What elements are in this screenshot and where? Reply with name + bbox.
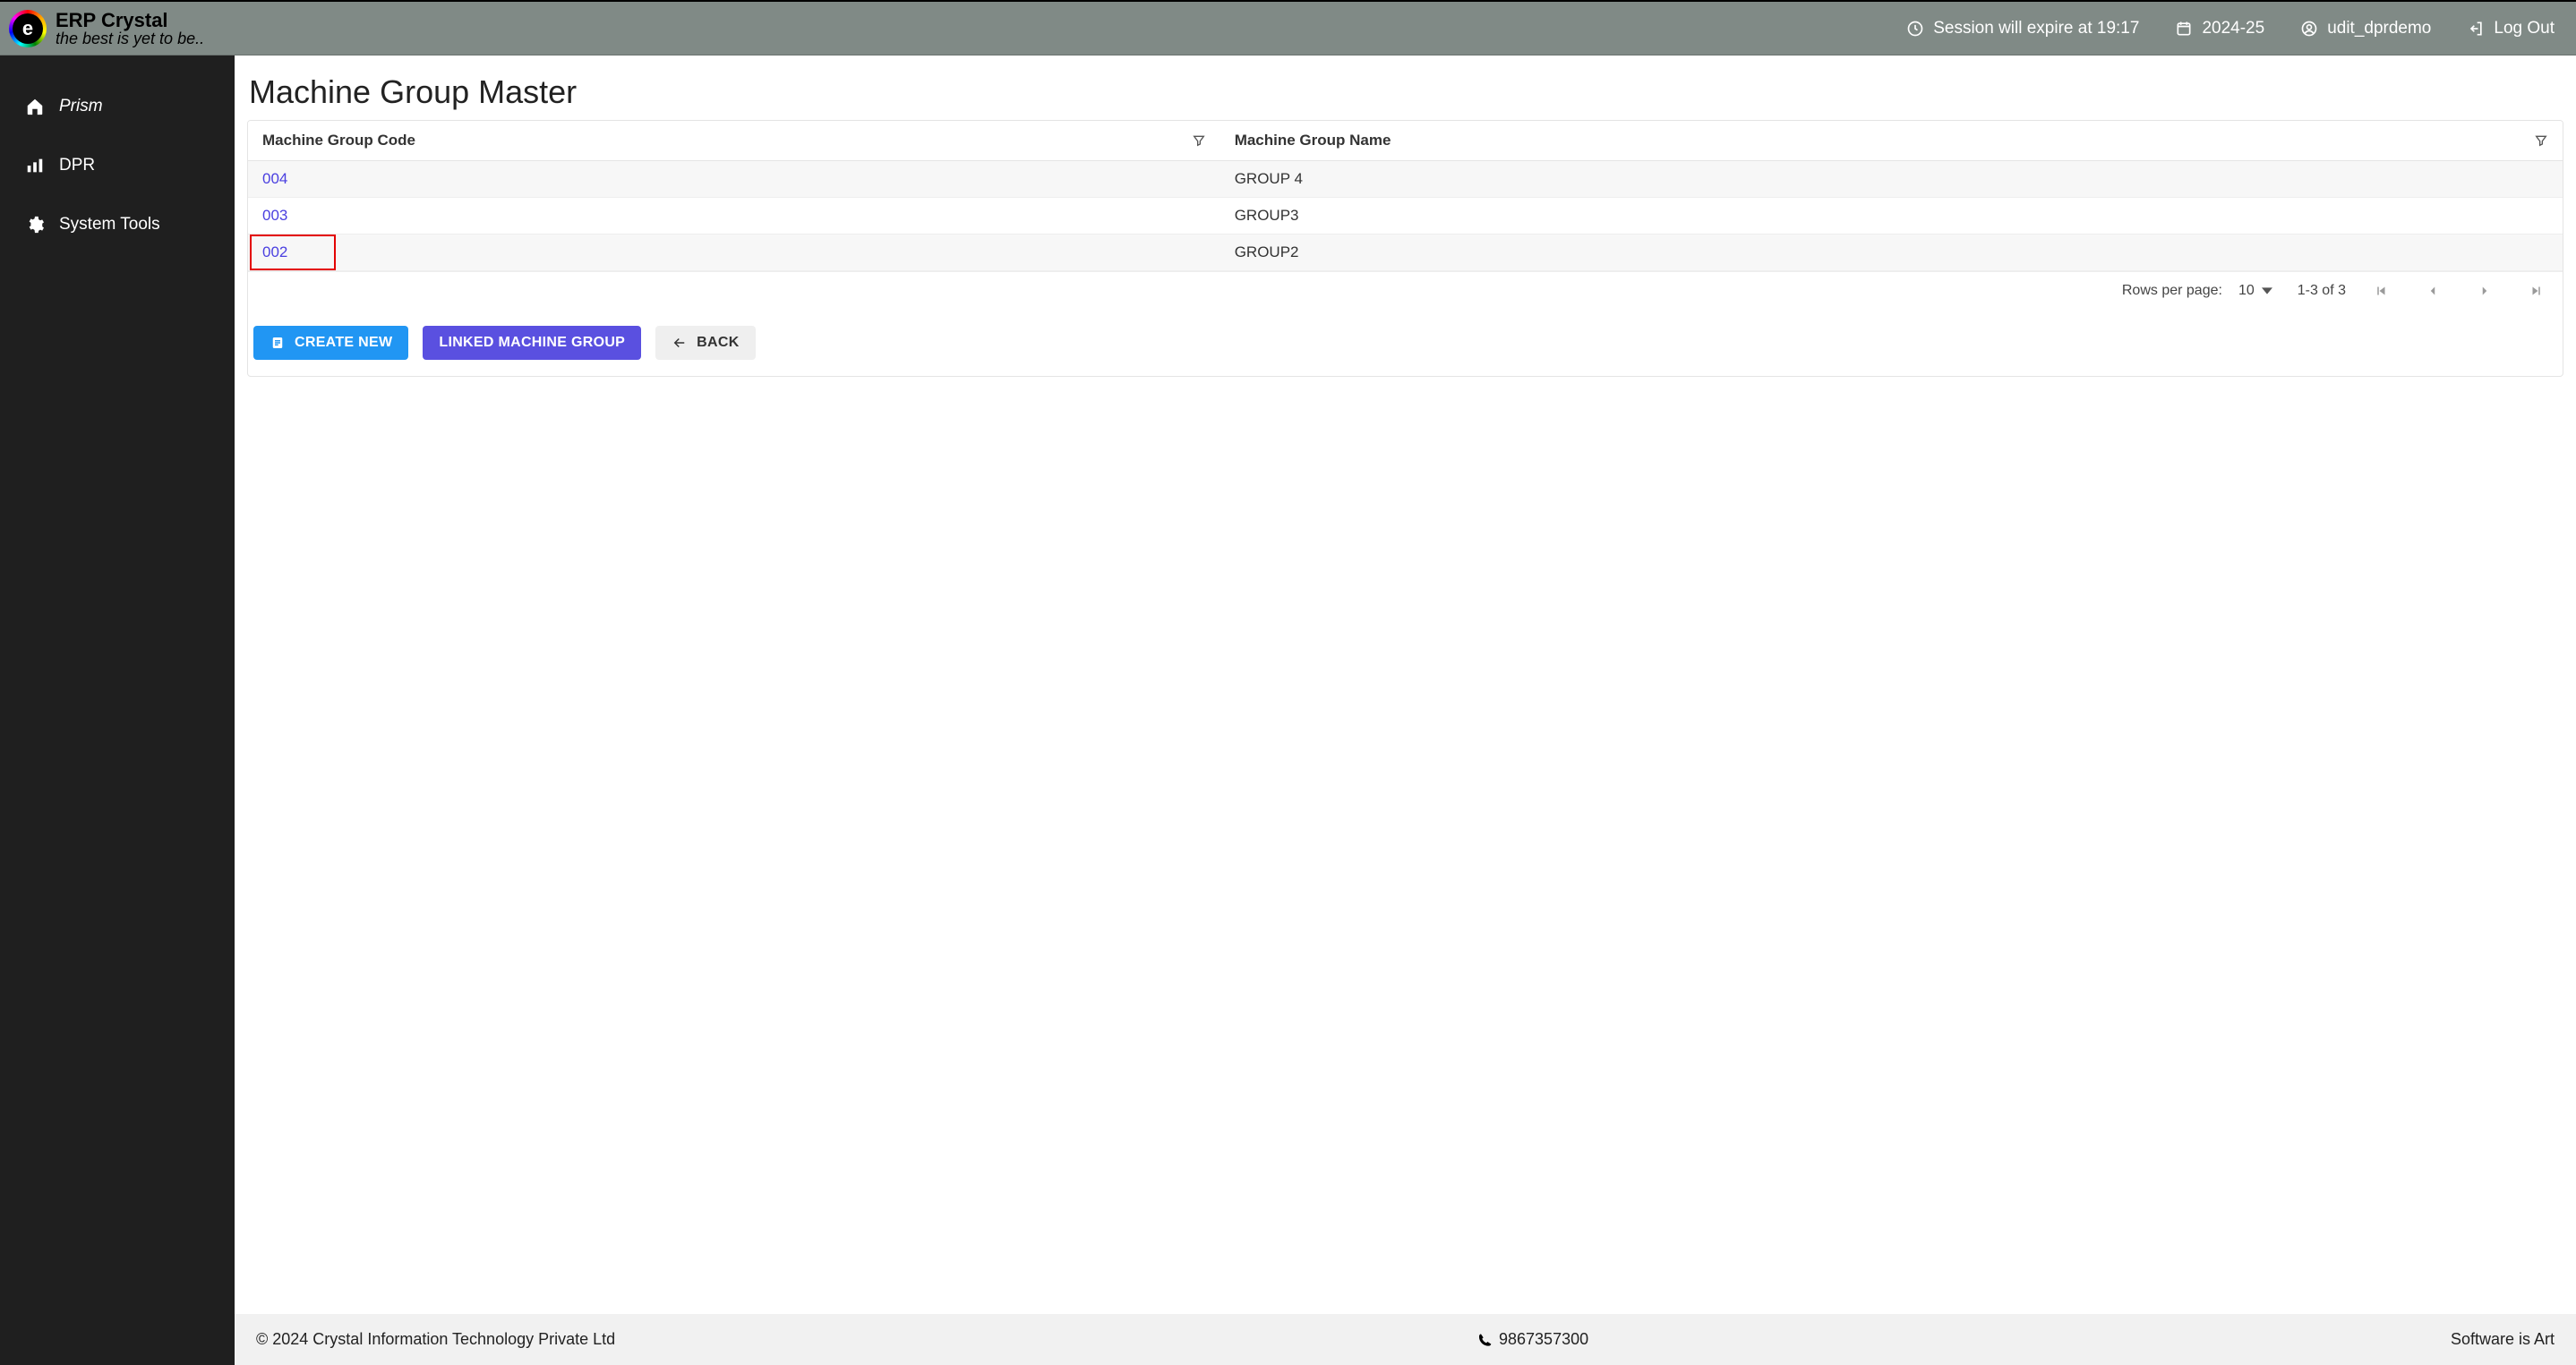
- brand-title: ERP Crystal: [56, 10, 204, 30]
- phone-icon: [1477, 1333, 1492, 1347]
- page-first-icon: [2373, 283, 2389, 299]
- action-bar: CREATE NEW LINKED MACHINE GROUP BACK: [248, 311, 2563, 376]
- footer-copyright: © 2024 Crystal Information Technology Pr…: [256, 1330, 615, 1349]
- sidebar-item-label: System Tools: [59, 215, 160, 235]
- table-row[interactable]: 002 GROUP2: [248, 235, 2563, 271]
- page-first-button[interactable]: [2371, 281, 2391, 301]
- code-link[interactable]: 003: [262, 207, 287, 224]
- data-card: Machine Group Code Machine Group Name: [247, 120, 2563, 377]
- cell-code: 002: [248, 235, 1220, 271]
- gear-icon: [25, 215, 45, 235]
- cell-code: 004: [248, 161, 1220, 198]
- user-menu[interactable]: udit_dprdemo: [2300, 19, 2431, 38]
- filter-icon[interactable]: [2534, 133, 2548, 148]
- rows-per-page-select[interactable]: 10: [2238, 283, 2272, 299]
- back-button[interactable]: BACK: [655, 326, 755, 360]
- session-text: Session will expire at 19:17: [1933, 19, 2139, 38]
- cell-code: 003: [248, 198, 1220, 235]
- fiscal-year-label: 2024-25: [2202, 19, 2264, 38]
- arrow-left-icon: [672, 335, 688, 351]
- brand-tagline: the best is yet to be..: [56, 30, 204, 47]
- column-header-label: Machine Group Name: [1235, 132, 1391, 149]
- clock-icon: [1906, 20, 1924, 38]
- rows-per-page-value: 10: [2238, 283, 2255, 299]
- fiscal-year-picker[interactable]: 2024-25: [2175, 19, 2264, 38]
- home-icon: [25, 97, 45, 116]
- cell-name: GROUP2: [1220, 235, 2563, 271]
- back-label: BACK: [697, 335, 739, 351]
- column-header-name[interactable]: Machine Group Name: [1220, 121, 2563, 161]
- sidebar-item-prism[interactable]: Prism: [0, 77, 235, 136]
- page-next-button[interactable]: [2475, 281, 2495, 301]
- topbar: e ERP Crystal the best is yet to be.. Se…: [0, 0, 2576, 55]
- code-link[interactable]: 004: [262, 170, 287, 187]
- footer-phone-number: 9867357300: [1499, 1330, 1588, 1349]
- sidebar-item-system-tools[interactable]: System Tools: [0, 195, 235, 254]
- table-footer: Rows per page: 10 1-3 of 3: [248, 271, 2563, 311]
- cell-name: GROUP 4: [1220, 161, 2563, 198]
- rows-per-page-label: Rows per page:: [2122, 283, 2222, 299]
- logout-button[interactable]: Log Out: [2467, 19, 2555, 38]
- table-row[interactable]: 004 GROUP 4: [248, 161, 2563, 198]
- filter-icon[interactable]: [1192, 133, 1206, 148]
- column-header-label: Machine Group Code: [262, 132, 415, 149]
- sidebar-item-label: Prism: [59, 97, 103, 116]
- pagination-range: 1-3 of 3: [2298, 283, 2346, 299]
- pager: [2371, 281, 2546, 301]
- rows-per-page: Rows per page: 10: [2122, 283, 2272, 299]
- create-new-label: CREATE NEW: [295, 335, 392, 351]
- brand: e ERP Crystal the best is yet to be..: [9, 10, 204, 47]
- bar-chart-icon: [25, 156, 45, 175]
- sidebar: Prism DPR System Tools: [0, 55, 235, 1365]
- page-title: Machine Group Master: [249, 73, 2563, 111]
- chevron-down-icon: [2262, 286, 2272, 296]
- create-new-button[interactable]: CREATE NEW: [253, 326, 408, 360]
- footer: © 2024 Crystal Information Technology Pr…: [235, 1314, 2576, 1365]
- chevron-right-icon: [2477, 283, 2493, 299]
- linked-machine-group-button[interactable]: LINKED MACHINE GROUP: [423, 326, 641, 360]
- sidebar-item-dpr[interactable]: DPR: [0, 136, 235, 195]
- machine-group-table: Machine Group Code Machine Group Name: [248, 121, 2563, 271]
- chevron-left-icon: [2425, 283, 2441, 299]
- cell-name: GROUP3: [1220, 198, 2563, 235]
- column-header-code[interactable]: Machine Group Code: [248, 121, 1220, 161]
- footer-art: Software is Art: [2451, 1330, 2555, 1349]
- logout-label: Log Out: [2494, 19, 2555, 38]
- table-row[interactable]: 003 GROUP3: [248, 198, 2563, 235]
- document-icon: [270, 335, 286, 351]
- main: Machine Group Master Machine Group Code: [235, 55, 2576, 1365]
- brand-text: ERP Crystal the best is yet to be..: [56, 10, 204, 47]
- page-last-button[interactable]: [2527, 281, 2546, 301]
- brand-logo-icon: e: [9, 10, 47, 47]
- page-prev-button[interactable]: [2423, 281, 2443, 301]
- code-link[interactable]: 002: [262, 243, 287, 260]
- page-last-icon: [2529, 283, 2545, 299]
- footer-phone: 9867357300: [1477, 1330, 1588, 1349]
- sidebar-item-label: DPR: [59, 156, 95, 175]
- calendar-icon: [2175, 20, 2193, 38]
- session-expiry: Session will expire at 19:17: [1906, 19, 2139, 38]
- logout-icon: [2467, 20, 2485, 38]
- linked-label: LINKED MACHINE GROUP: [439, 335, 625, 351]
- user-icon: [2300, 20, 2318, 38]
- topbar-items: Session will expire at 19:17 2024-25 udi…: [1906, 19, 2555, 38]
- user-label: udit_dprdemo: [2327, 19, 2431, 38]
